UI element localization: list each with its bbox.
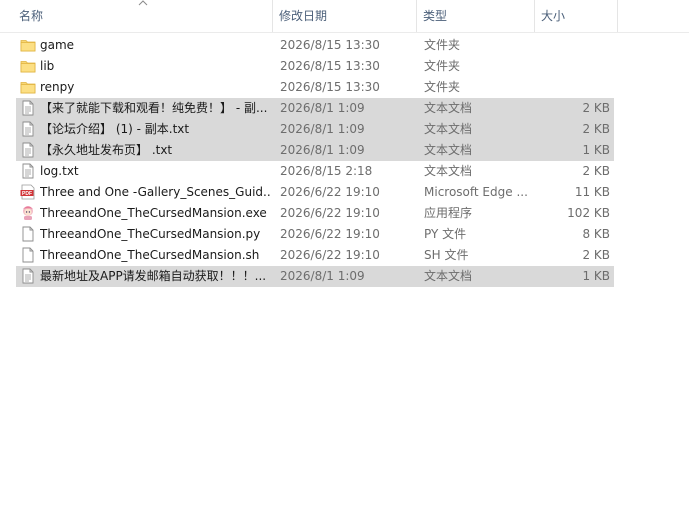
- app-icon: [19, 203, 37, 224]
- folder-icon: [19, 77, 37, 98]
- text-file-icon: [19, 140, 37, 161]
- file-row[interactable]: game 2026/8/15 13:30 文件夹: [16, 35, 614, 56]
- file-row[interactable]: renpy 2026/8/15 13:30 文件夹: [16, 77, 614, 98]
- file-row[interactable]: lib 2026/8/15 13:30 文件夹: [16, 56, 614, 77]
- file-row[interactable]: ThreeandOne_TheCursedMansion.sh 2026/6/22…: [16, 245, 614, 266]
- file-size: 2 KB: [582, 101, 610, 115]
- folder-icon: [19, 56, 37, 77]
- file-date: 2026/8/1 1:09: [280, 143, 365, 157]
- file-name: game: [40, 38, 75, 52]
- text-file-icon: [19, 161, 37, 182]
- text-file-icon: [19, 119, 37, 140]
- file-type: Microsoft Edge ...: [424, 185, 528, 199]
- file-name: 最新地址及APP请发邮箱自动获取！！！...: [40, 269, 267, 283]
- file-type: 文件夹: [424, 38, 461, 52]
- column-header-size[interactable]: 大小: [535, 0, 618, 32]
- file-date: 2026/8/15 13:30: [280, 80, 380, 94]
- svg-text:PDF: PDF: [22, 191, 32, 197]
- file-name: ThreeandOne_TheCursedMansion.exe: [40, 206, 267, 220]
- file-size: 2 KB: [582, 164, 610, 178]
- file-row[interactable]: ThreeandOne_TheCursedMansion.py 2026/6/22…: [16, 224, 614, 245]
- file-row[interactable]: 最新地址及APP请发邮箱自动获取！！！... 2026/8/1 1:09 文本文档 1…: [16, 266, 614, 287]
- column-header-date[interactable]: 修改日期: [273, 0, 417, 32]
- file-type: 文本文档: [424, 269, 473, 283]
- file-size: 1 KB: [582, 143, 610, 157]
- column-header-bar: 名称 修改日期 类型 大小: [0, 0, 689, 33]
- file-explorer: 名称 修改日期 类型 大小 game 2026/8/15 13:30 文件夹 lib 2…: [0, 0, 689, 516]
- file-size: 2 KB: [582, 248, 610, 262]
- sort-ascending-icon: [138, 0, 148, 6]
- file-size: 102 KB: [567, 206, 610, 220]
- file-date: 2026/8/1 1:09: [280, 122, 365, 136]
- file-type: 文本文档: [424, 122, 473, 136]
- file-size: [536, 35, 610, 56]
- file-row[interactable]: 【永久地址发布页】 .txt 2026/8/1 1:09 文本文档 1 KB: [16, 140, 614, 161]
- text-file-icon: [19, 266, 37, 287]
- file-date: 2026/8/1 1:09: [280, 101, 365, 115]
- pdf-icon: PDF: [19, 182, 37, 203]
- file-name: ThreeandOne_TheCursedMansion.sh: [40, 248, 260, 262]
- file-name: 【永久地址发布页】 .txt: [40, 143, 173, 157]
- file-row[interactable]: PDF Three and One -Gallery_Scenes_Guid...…: [16, 182, 614, 203]
- file-size: [536, 77, 610, 98]
- file-name: log.txt: [40, 164, 79, 178]
- file-date: 2026/6/22 19:10: [280, 227, 380, 241]
- file-name: 【论坛介绍】 (1) - 副本.txt: [40, 122, 190, 136]
- file-row[interactable]: 【来了就能下载和观看！纯免费！】 - 副... 2026/8/1 1:09 文本文档…: [16, 98, 614, 119]
- file-name: Three and One -Gallery_Scenes_Guid...: [40, 185, 270, 199]
- file-type: 文本文档: [424, 164, 473, 178]
- file-size: 2 KB: [582, 122, 610, 136]
- file-date: 2026/6/22 19:10: [280, 206, 380, 220]
- file-size: 11 KB: [574, 185, 610, 199]
- file-date: 2026/6/22 19:10: [280, 248, 380, 262]
- file-name: 【来了就能下载和观看！纯免费！】 - 副...: [40, 101, 268, 115]
- column-header-type[interactable]: 类型: [417, 0, 535, 32]
- file-row[interactable]: ThreeandOne_TheCursedMansion.exe 2026/6/2…: [16, 203, 614, 224]
- file-size: 1 KB: [582, 269, 610, 283]
- blank-file-icon: [19, 245, 37, 266]
- file-name: lib: [40, 59, 55, 73]
- file-date: 2026/8/15 13:30: [280, 38, 380, 52]
- file-type: 文本文档: [424, 143, 473, 157]
- file-name: ThreeandOne_TheCursedMansion.py: [40, 227, 261, 241]
- file-type: PY 文件: [424, 227, 467, 241]
- file-row[interactable]: 【论坛介绍】 (1) - 副本.txt 2026/8/1 1:09 文本文档 2 KB: [16, 119, 614, 140]
- file-type: 文件夹: [424, 59, 461, 73]
- file-date: 2026/8/15 13:30: [280, 59, 380, 73]
- file-type: 文件夹: [424, 80, 461, 94]
- folder-icon: [19, 35, 37, 56]
- file-size: [536, 56, 610, 77]
- blank-file-icon: [19, 224, 37, 245]
- file-row[interactable]: log.txt 2026/8/15 2:18 文本文档 2 KB: [16, 161, 614, 182]
- file-type: SH 文件: [424, 248, 469, 262]
- file-type: 文本文档: [424, 101, 473, 115]
- file-name: renpy: [40, 80, 75, 94]
- text-file-icon: [19, 98, 37, 119]
- file-date: 2026/8/1 1:09: [280, 269, 365, 283]
- file-date: 2026/8/15 2:18: [280, 164, 373, 178]
- file-size: 8 KB: [582, 227, 610, 241]
- file-date: 2026/6/22 19:10: [280, 185, 380, 199]
- file-type: 应用程序: [424, 206, 473, 220]
